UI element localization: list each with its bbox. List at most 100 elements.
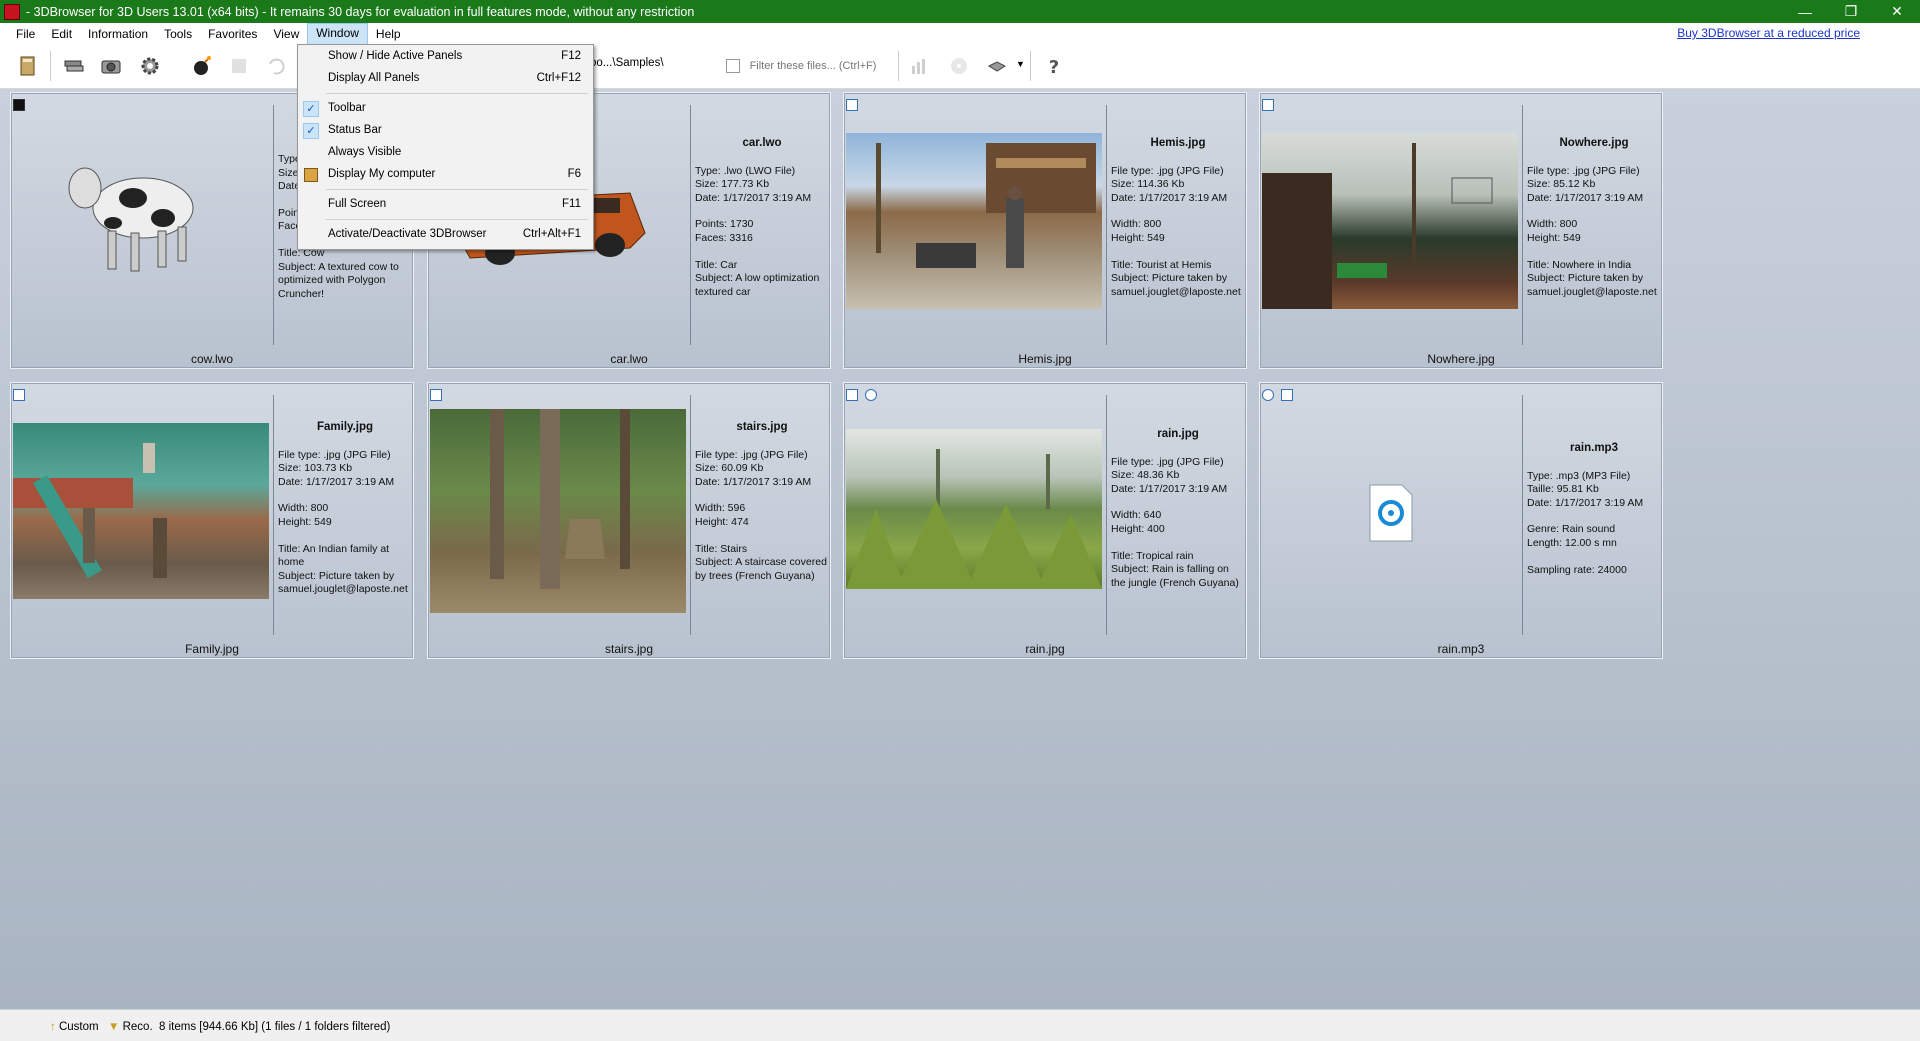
menu-item-display-all-panels[interactable]: Display All Panels Ctrl+F12 bbox=[298, 69, 593, 89]
3d-file-icon bbox=[13, 99, 25, 111]
title-bar: - 3DBrowser for 3D Users 13.01 (x64 bits… bbox=[0, 0, 1920, 23]
menu-item-toolbar[interactable]: ✓ Toolbar bbox=[298, 99, 593, 119]
image-file-icon bbox=[846, 389, 858, 401]
menu-favorites[interactable]: Favorites bbox=[200, 24, 265, 44]
file-card-family[interactable]: Family.jpg File type: .jpg (JPG File) Siz… bbox=[10, 382, 414, 659]
image-file-icon bbox=[1262, 99, 1274, 111]
toolbar-separator bbox=[1030, 51, 1031, 81]
custom-status[interactable]: ↑ Custom bbox=[50, 1021, 99, 1033]
card-divider bbox=[690, 105, 691, 345]
menu-information[interactable]: Information bbox=[80, 24, 156, 44]
card-divider bbox=[1106, 105, 1107, 345]
file-caption: Family.jpg bbox=[185, 642, 239, 656]
file-card-rain-mp3[interactable]: rain.mp3 Type: .mp3 (MP3 File) Taille: 95… bbox=[1259, 382, 1663, 659]
image-file-icon bbox=[13, 389, 25, 401]
books-icon[interactable] bbox=[60, 53, 88, 79]
check-icon: ✓ bbox=[303, 123, 319, 139]
menu-separator bbox=[326, 219, 588, 220]
help-icon[interactable]: ? bbox=[1040, 53, 1068, 79]
menu-edit[interactable]: Edit bbox=[43, 24, 80, 44]
file-info: stairs.jpg File type: .jpg (JPG File) Siz… bbox=[695, 421, 827, 582]
menu-item-always-visible[interactable]: Always Visible bbox=[298, 143, 593, 163]
bar-chart-icon[interactable] bbox=[905, 53, 933, 79]
file-card-hemis[interactable]: Hemis.jpg File type: .jpg (JPG File) Size… bbox=[843, 92, 1247, 369]
window-controls: — ❐ ✕ bbox=[1782, 0, 1920, 23]
file-info: car.lwo Type: .lwo (LWO File) Size: 177.7… bbox=[695, 137, 820, 298]
menu-item-display-my-computer[interactable]: Display My computer F6 bbox=[298, 165, 593, 185]
file-browser: Type Size Date Poin Face Title: Cow Subject:… bbox=[0, 89, 1920, 1009]
menu-item-full-screen[interactable]: Full Screen F11 bbox=[298, 195, 593, 215]
cow-thumbnail bbox=[13, 133, 269, 283]
filter-icon: ▼ bbox=[108, 1021, 120, 1033]
file-caption: Nowhere.jpg bbox=[1427, 352, 1495, 366]
file-caption: stairs.jpg bbox=[604, 642, 654, 656]
book-icon[interactable] bbox=[14, 53, 42, 79]
image-file-icon bbox=[1281, 389, 1293, 401]
toolbar-separator bbox=[50, 51, 51, 81]
file-caption: car.lwo bbox=[610, 352, 648, 366]
menu-view[interactable]: View bbox=[265, 24, 307, 44]
file-caption: rain.jpg bbox=[1025, 642, 1065, 656]
file-info: rain.jpg File type: .jpg (JPG File) Size:… bbox=[1111, 428, 1239, 589]
rain-thumbnail bbox=[846, 429, 1102, 589]
file-info: Nowhere.jpg File type: .jpg (JPG File) Si… bbox=[1527, 137, 1657, 298]
file-info: Family.jpg File type: .jpg (JPG File) Siz… bbox=[278, 421, 408, 596]
bomb-icon[interactable] bbox=[188, 53, 216, 79]
menu-tools[interactable]: Tools bbox=[156, 24, 200, 44]
file-caption: rain.mp3 bbox=[1437, 642, 1485, 656]
close-button[interactable]: ✕ bbox=[1874, 0, 1920, 23]
window-title: - 3DBrowser for 3D Users 13.01 (x64 bits… bbox=[26, 4, 695, 19]
restore-button[interactable]: ❐ bbox=[1828, 0, 1874, 23]
reco-status[interactable]: ▼ Reco. bbox=[108, 1021, 153, 1033]
card-divider bbox=[273, 395, 274, 635]
file-info: rain.mp3 Type: .mp3 (MP3 File) Taille: 95… bbox=[1527, 442, 1644, 576]
filter-checkbox[interactable] bbox=[726, 59, 740, 73]
file-card-rain-jpg[interactable]: rain.jpg File type: .jpg (JPG File) Size:… bbox=[843, 382, 1247, 659]
family-thumbnail bbox=[13, 423, 269, 599]
card-divider bbox=[1522, 395, 1523, 635]
menu-separator bbox=[326, 93, 588, 94]
disc-icon[interactable] bbox=[945, 53, 973, 79]
hand-icon[interactable] bbox=[983, 53, 1011, 79]
filter-box bbox=[726, 56, 896, 76]
menu-file[interactable]: File bbox=[8, 24, 43, 44]
menu-item-status-bar[interactable]: ✓ Status Bar bbox=[298, 121, 593, 141]
buy-link[interactable]: Buy 3DBrowser at a reduced price bbox=[1677, 26, 1860, 40]
image-file-icon bbox=[846, 99, 858, 111]
app-icon[interactable] bbox=[4, 3, 20, 20]
card-divider bbox=[1106, 395, 1107, 635]
file-info: Hemis.jpg File type: .jpg (JPG File) Size… bbox=[1111, 137, 1241, 298]
menu-help[interactable]: Help bbox=[368, 24, 409, 44]
card-divider bbox=[273, 105, 274, 345]
card-divider bbox=[690, 395, 691, 635]
stairs-thumbnail bbox=[430, 409, 686, 613]
check-icon: ✓ bbox=[303, 101, 319, 117]
file-caption: Hemis.jpg bbox=[1018, 352, 1072, 366]
undo-icon[interactable] bbox=[262, 53, 290, 79]
sound-file-icon bbox=[865, 389, 877, 401]
path-display[interactable]: oo...\Samples\ bbox=[590, 57, 664, 69]
menu-item-activate-deactivate[interactable]: Activate/Deactivate 3DBrowser Ctrl+Alt+F1 bbox=[298, 225, 593, 245]
card-divider bbox=[1522, 105, 1523, 345]
pin-icon: ↑ bbox=[50, 1021, 56, 1033]
chevron-down-icon[interactable]: ▼ bbox=[1016, 59, 1025, 69]
filter-input[interactable] bbox=[747, 59, 896, 73]
status-bar: ↑ Custom ▼ Reco. 8 items [944.66 Kb] (1 … bbox=[0, 1009, 1920, 1041]
mp3-thumbnail bbox=[1262, 483, 1518, 543]
hemis-thumbnail bbox=[846, 133, 1102, 309]
toolbar: oo...\Samples\ ▼ ? bbox=[0, 45, 1920, 89]
file-caption: cow.lwo bbox=[190, 352, 234, 366]
camera-icon[interactable] bbox=[97, 53, 125, 79]
minimize-button[interactable]: — bbox=[1782, 0, 1828, 23]
image-file-icon bbox=[430, 389, 442, 401]
menu-window[interactable]: Window bbox=[307, 23, 368, 45]
gear-icon[interactable] bbox=[136, 53, 164, 79]
file-card-nowhere[interactable]: Nowhere.jpg File type: .jpg (JPG File) Si… bbox=[1259, 92, 1663, 369]
menu-item-show-hide-panels[interactable]: Show / Hide Active Panels F12 bbox=[298, 47, 593, 67]
svg-text:?: ? bbox=[1049, 57, 1059, 78]
item-count: 8 items [944.66 Kb] (1 files / 1 folders… bbox=[159, 1021, 391, 1033]
stack-icon[interactable] bbox=[225, 53, 253, 79]
nowhere-thumbnail bbox=[1262, 133, 1518, 309]
file-card-stairs[interactable]: stairs.jpg File type: .jpg (JPG File) Siz… bbox=[427, 382, 831, 659]
computer-icon bbox=[304, 168, 318, 182]
